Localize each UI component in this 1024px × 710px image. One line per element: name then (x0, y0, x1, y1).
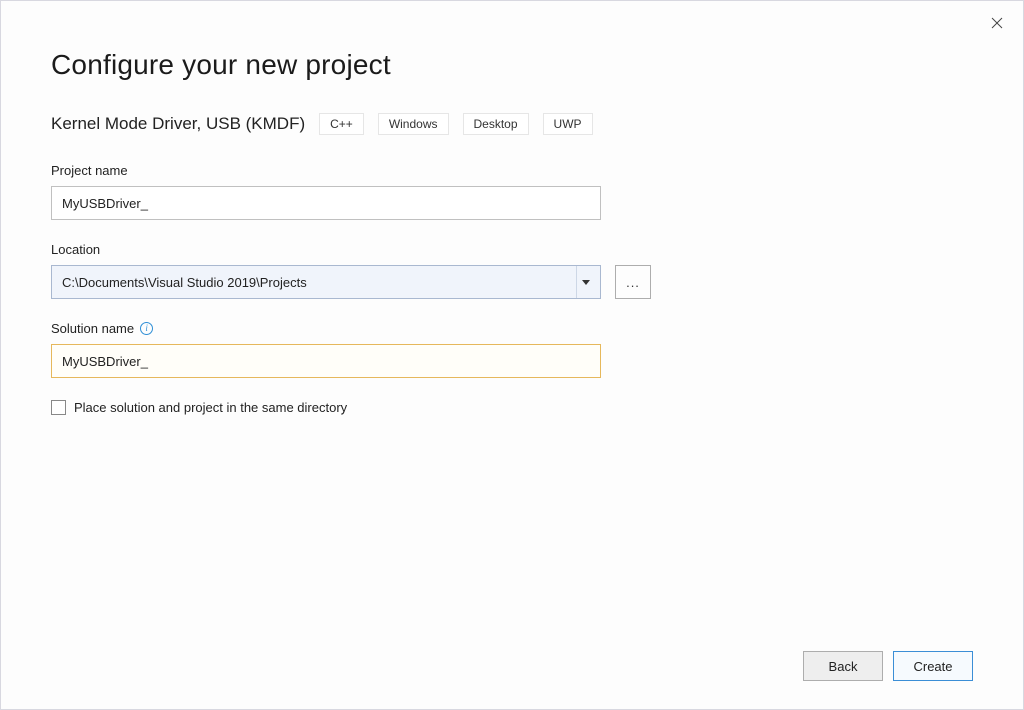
template-tag: Desktop (463, 113, 529, 135)
close-icon (991, 17, 1003, 29)
footer: Back Create (803, 651, 973, 681)
project-name-input[interactable] (51, 186, 601, 220)
page-title: Configure your new project (51, 49, 973, 81)
solution-name-input[interactable] (51, 344, 601, 378)
same-directory-checkbox[interactable] (51, 400, 66, 415)
template-tag: UWP (543, 113, 593, 135)
solution-name-label: Solution name i (51, 321, 973, 336)
create-button[interactable]: Create (893, 651, 973, 681)
template-row: Kernel Mode Driver, USB (KMDF) C++ Windo… (51, 113, 973, 135)
same-directory-row: Place solution and project in the same d… (51, 400, 973, 415)
location-value: C:\Documents\Visual Studio 2019\Projects (62, 275, 576, 290)
location-label: Location (51, 242, 973, 257)
info-icon[interactable]: i (140, 322, 153, 335)
close-button[interactable] (985, 11, 1009, 35)
browse-button[interactable]: ... (615, 265, 651, 299)
template-name: Kernel Mode Driver, USB (KMDF) (51, 114, 305, 134)
solution-name-group: Solution name i (51, 321, 973, 378)
chevron-down-icon (576, 266, 594, 298)
same-directory-label: Place solution and project in the same d… (74, 400, 347, 415)
template-tag: C++ (319, 113, 364, 135)
location-combo[interactable]: C:\Documents\Visual Studio 2019\Projects (51, 265, 601, 299)
dialog-content: Configure your new project Kernel Mode D… (1, 1, 1023, 415)
location-group: Location C:\Documents\Visual Studio 2019… (51, 242, 973, 299)
project-name-label: Project name (51, 163, 973, 178)
solution-name-label-text: Solution name (51, 321, 134, 336)
template-tag: Windows (378, 113, 449, 135)
project-name-group: Project name (51, 163, 973, 220)
location-row: C:\Documents\Visual Studio 2019\Projects… (51, 265, 973, 299)
back-button[interactable]: Back (803, 651, 883, 681)
